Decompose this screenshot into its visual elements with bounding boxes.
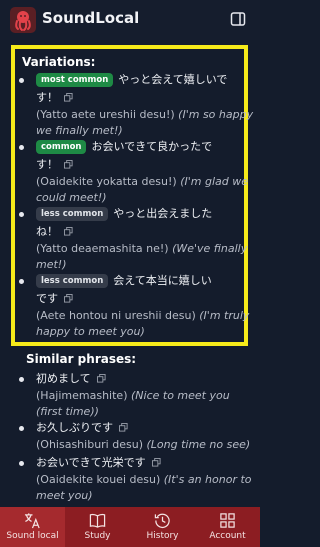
bullet [19,279,24,284]
nav-item-sound-local[interactable]: Sound local [0,507,65,547]
translate-icon [24,513,40,529]
copy-icon[interactable] [151,458,161,467]
nav-item-account[interactable]: Account [195,507,260,547]
phrase-text: 会えて本当に嬉しい [113,274,212,287]
frequency-badge: less common [36,207,109,221]
translation: (Long time no see) [146,438,251,451]
nav-label: History [146,531,179,541]
bullet [19,145,24,150]
frequency-badge: less common [36,274,109,288]
bullet [19,78,24,83]
copy-icon[interactable] [64,294,73,303]
translation-cont: we finally met!) [36,124,123,137]
phrase-text: やっと会えて嬉しいで [118,73,228,86]
phrase-text: お会いできて光栄です [36,456,146,469]
frequency-badge: most common [36,73,114,87]
phrase-text-cont: す！ [36,91,58,104]
nav-item-study[interactable]: Study [65,507,130,547]
translation-cont: (first time)) [36,405,99,418]
phrase-text: お久しぶりです [36,421,113,434]
copy-icon[interactable] [64,160,73,169]
bullet [19,212,24,217]
romanization: (Aete hontou ni ureshii desu) [36,309,196,322]
translation: (We've finally [172,242,248,255]
nav-item-history[interactable]: History [130,507,195,547]
book-icon [89,513,106,528]
phrase-text-cont: ね！ [36,225,58,238]
nav-label: Study [84,531,111,541]
frequency-badge: common [36,140,87,154]
copy-icon[interactable] [119,423,128,432]
copy-icon[interactable] [96,374,106,383]
bullet [19,377,24,382]
phrase-text: やっと出会えました [113,207,213,220]
romanization: (Yatto aete ureshii desu!) [36,108,175,121]
similar-phrases-title: Similar phrases: [26,352,137,366]
translation-cont: meet you) [36,489,93,502]
phrase-text: お会いできて良かったで [91,140,213,153]
app-logo-icon [10,7,36,33]
phrase-text: 初めまして [36,372,91,385]
romanization: (Yatto deaemashita ne!) [36,242,169,255]
sidebar-toggle-icon[interactable] [230,11,246,27]
translation: (Nice to meet you [131,389,230,402]
app-title: SoundLocal [42,9,140,27]
romanization: (Ohisashiburi desu) [36,438,143,451]
translation: (I'm so happy [178,108,254,121]
translation-cont: met!) [36,258,67,271]
romanization: (Oaidekite yokatta desu!) [36,175,177,188]
translation: (It's an honor to [163,473,252,486]
phrase-text-cont: です [36,292,58,305]
translation: (I'm truly [199,309,250,322]
app-header: SoundLocal [0,0,260,40]
nav-label: Sound local [6,531,59,541]
copy-icon[interactable] [64,93,73,102]
variations-title: Variations: [22,55,96,69]
romanization: (Oaidekite kouei desu) [36,473,161,486]
grid-icon [220,513,235,528]
bullet [19,461,24,466]
nav-label: Account [209,531,246,541]
translation-cont: could meet!) [36,191,107,204]
phrase-text-cont: す！ [36,158,58,171]
copy-icon[interactable] [64,227,73,236]
romanization: (Hajimemashite) [36,389,128,402]
translation-cont: happy to meet you) [36,325,145,338]
history-icon [154,513,170,529]
translation: (I'm glad we [180,175,248,188]
bullet [19,426,24,431]
bottom-nav: Sound local Study History Account [0,507,260,547]
